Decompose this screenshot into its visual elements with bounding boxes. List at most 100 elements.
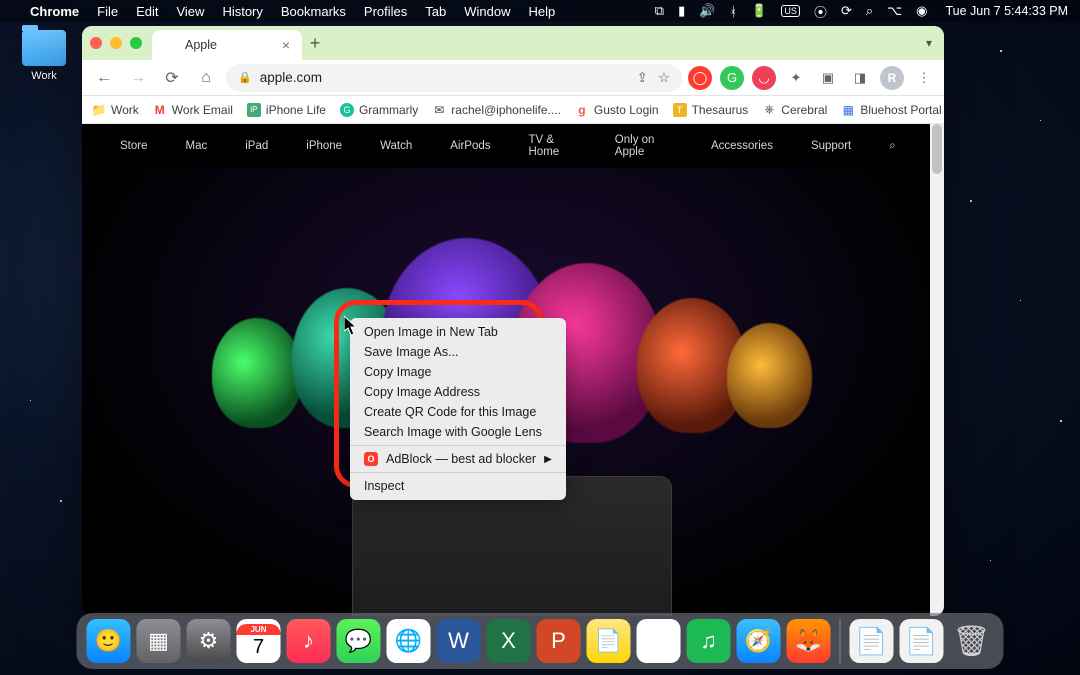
dock-safari[interactable]: 🧭 <box>737 619 781 663</box>
bookmark-bluehost[interactable]: ▦Bluehost Portal <box>841 103 941 117</box>
ctx-search-google-lens[interactable]: Search Image with Google Lens <box>350 422 566 442</box>
ctx-save-image-as[interactable]: Save Image As... <box>350 342 566 362</box>
forward-button[interactable]: → <box>124 64 152 92</box>
menu-edit[interactable]: Edit <box>136 4 158 19</box>
bookmark-grammarly[interactable]: GGrammarly <box>340 103 418 117</box>
browser-toolbar: ← → ⟳ ⌂ 🔒 apple.com ⇪ ☆ ◯ G ◡ ✦ ▣ ◨ R ⋮ <box>82 60 944 96</box>
nav-mac[interactable]: Mac <box>186 140 208 152</box>
dock-trash[interactable]: 🗑 <box>950 619 994 663</box>
nav-airpods[interactable]: AirPods <box>450 140 490 152</box>
dock-excel[interactable]: X <box>487 619 531 663</box>
desktop-folder-work[interactable]: Work <box>22 30 66 82</box>
ctx-create-qr-code[interactable]: Create QR Code for this Image <box>350 402 566 422</box>
context-menu-separator <box>350 472 566 473</box>
dock-word[interactable]: W <box>437 619 481 663</box>
scrollbar-thumb[interactable] <box>932 124 942 174</box>
home-button[interactable]: ⌂ <box>192 64 220 92</box>
nav-accessories[interactable]: Accessories <box>711 140 773 152</box>
extension-adblock-icon[interactable]: ◯ <box>688 66 712 90</box>
nav-support[interactable]: Support <box>811 140 851 152</box>
menu-help[interactable]: Help <box>529 4 556 19</box>
ctx-inspect[interactable]: Inspect <box>350 476 566 496</box>
ctx-copy-image-address[interactable]: Copy Image Address <box>350 382 566 402</box>
bookmark-work-email[interactable]: MWork Email <box>153 103 233 117</box>
dock-chrome[interactable]: 🌐 <box>387 619 431 663</box>
share-icon[interactable]: ⇪ <box>637 70 648 86</box>
dock-system-preferences[interactable]: ⚙ <box>187 619 231 663</box>
screen-mirror-icon[interactable]: ▮ <box>678 3 685 19</box>
dock-notes[interactable]: 📄 <box>587 619 631 663</box>
bookmark-gusto[interactable]: gGusto Login <box>575 103 659 117</box>
bluetooth-icon[interactable]: ᚼ <box>729 4 737 19</box>
adblock-icon: O <box>364 452 378 466</box>
spotlight-icon[interactable]: ⌕ <box>866 3 873 19</box>
nav-ipad[interactable]: iPad <box>245 140 268 152</box>
dock-finder[interactable]: 🙂 <box>87 619 131 663</box>
nav-watch[interactable]: Watch <box>380 140 412 152</box>
minimize-window-button[interactable] <box>110 37 122 49</box>
bookmark-work[interactable]: 📁Work <box>92 103 139 117</box>
wifi-icon[interactable]: ⦿ <box>814 2 827 21</box>
extension-pocket-icon[interactable]: ◡ <box>752 66 776 90</box>
dropbox-icon[interactable]: ⧉ <box>655 3 664 19</box>
memoji-head <box>212 318 302 428</box>
browser-tab-apple[interactable]: Apple × <box>152 30 302 60</box>
nav-store[interactable]: Store <box>120 140 148 152</box>
dock-launchpad[interactable]: ▦ <box>137 619 181 663</box>
bookmark-rachel-email[interactable]: ✉rachel@iphonelife.... <box>432 103 561 117</box>
battery-icon[interactable]: 🔋 <box>751 3 767 19</box>
ctx-open-image-new-tab[interactable]: Open Image in New Tab <box>350 322 566 342</box>
menu-history[interactable]: History <box>222 4 262 19</box>
dock-recent-doc[interactable]: 📄 <box>900 619 944 663</box>
window-controls <box>90 37 142 49</box>
dock-slack[interactable]: ✳ <box>637 619 681 663</box>
siri-icon[interactable]: ◉ <box>916 3 927 19</box>
control-center-icon[interactable]: ⌥ <box>887 3 902 19</box>
dock-messages[interactable]: 💬 <box>337 619 381 663</box>
ctx-adblock-submenu[interactable]: OAdBlock — best ad blocker▶ <box>350 449 566 469</box>
tab-search-button[interactable]: ▾ <box>926 36 932 50</box>
cast-icon[interactable]: ▣ <box>816 66 840 90</box>
ctx-copy-image[interactable]: Copy Image <box>350 362 566 382</box>
back-button[interactable]: ← <box>90 64 118 92</box>
menu-bookmarks[interactable]: Bookmarks <box>281 4 346 19</box>
dock-spotify[interactable]: ♫ <box>687 619 731 663</box>
reload-button[interactable]: ⟳ <box>158 64 186 92</box>
dock-recent-doc[interactable]: 📄 <box>850 619 894 663</box>
bookmark-star-icon[interactable]: ☆ <box>658 70 670 86</box>
volume-icon[interactable]: 🔊 <box>699 3 715 19</box>
close-window-button[interactable] <box>90 37 102 49</box>
bookmark-thesaurus[interactable]: TThesaurus <box>673 103 749 117</box>
clock[interactable]: Tue Jun 7 5:44:33 PM <box>945 4 1068 18</box>
sync-icon[interactable]: ⟳ <box>841 3 852 19</box>
address-bar[interactable]: 🔒 apple.com ⇪ ☆ <box>226 64 682 92</box>
folder-icon: 📁 <box>92 103 106 117</box>
nav-iphone[interactable]: iPhone <box>306 140 342 152</box>
active-app-name[interactable]: Chrome <box>30 4 79 19</box>
new-tab-button[interactable]: + <box>302 30 328 56</box>
extension-grammarly-icon[interactable]: G <box>720 66 744 90</box>
menu-file[interactable]: File <box>97 4 118 19</box>
profile-avatar[interactable]: R <box>880 66 904 90</box>
extensions-puzzle-icon[interactable]: ✦ <box>784 66 808 90</box>
nav-only-apple[interactable]: Only on Apple <box>615 134 673 158</box>
nav-tv-home[interactable]: TV & Home <box>529 134 577 158</box>
menu-tab[interactable]: Tab <box>425 4 446 19</box>
bookmark-iphone-life[interactable]: iPiPhone Life <box>247 103 326 117</box>
menu-view[interactable]: View <box>176 4 204 19</box>
menu-profiles[interactable]: Profiles <box>364 4 407 19</box>
dock-powerpoint[interactable]: P <box>537 619 581 663</box>
chrome-menu-icon[interactable]: ⋮ <box>912 66 936 90</box>
dock-firefox[interactable]: 🦊 <box>787 619 831 663</box>
site-icon: iP <box>247 103 261 117</box>
menu-window[interactable]: Window <box>464 4 510 19</box>
side-panel-icon[interactable]: ◨ <box>848 66 872 90</box>
vertical-scrollbar[interactable] <box>930 124 944 616</box>
zoom-window-button[interactable] <box>130 37 142 49</box>
dock-music[interactable]: ♪ <box>287 619 331 663</box>
close-tab-button[interactable]: × <box>282 37 290 53</box>
search-icon[interactable]: ⌕ <box>889 140 895 153</box>
input-source-indicator[interactable]: US <box>781 5 800 17</box>
dock-calendar[interactable]: JUN7 <box>237 619 281 663</box>
bookmark-cerebral[interactable]: ⎈Cerebral <box>762 103 827 117</box>
